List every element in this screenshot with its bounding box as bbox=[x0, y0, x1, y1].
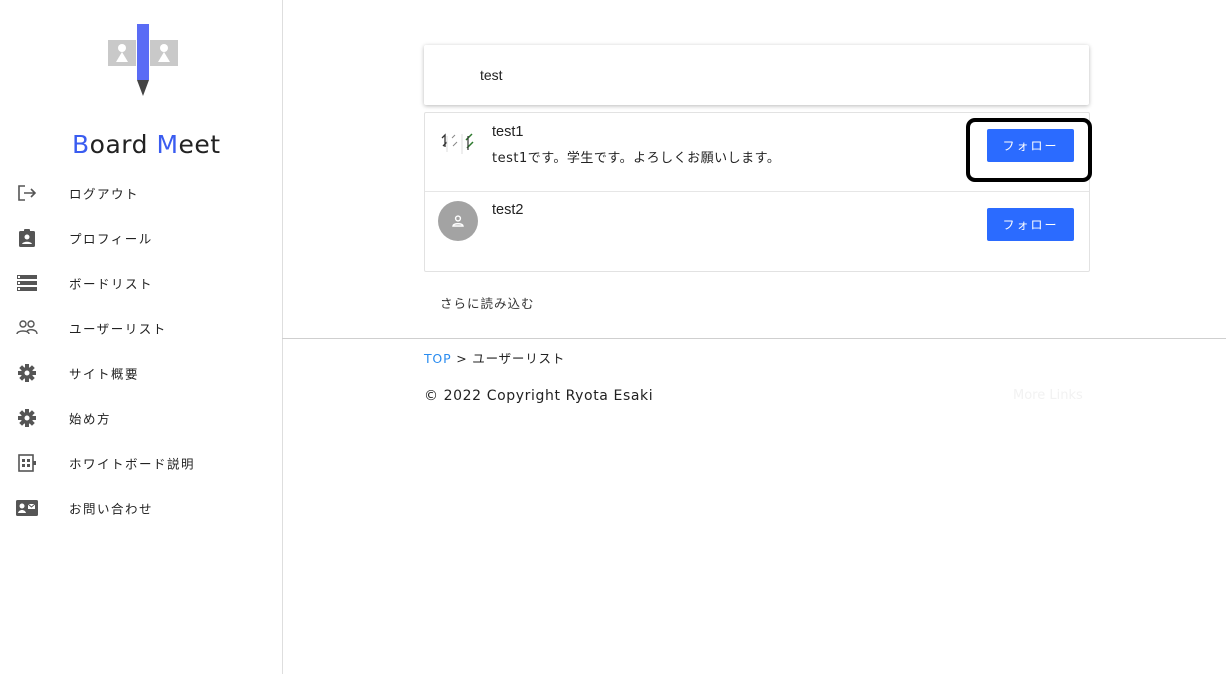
users-icon bbox=[16, 317, 38, 339]
breadcrumb-separator: > bbox=[456, 351, 468, 366]
sidebar-item-contact[interactable]: お問い合わせ bbox=[0, 485, 282, 530]
logout-icon bbox=[16, 182, 38, 204]
sidebar-item-label: サイト概要 bbox=[69, 366, 140, 381]
sidebar-item-label: ボードリスト bbox=[69, 276, 154, 291]
sidebar-item-label: ホワイトボード説明 bbox=[69, 456, 196, 471]
footer-divider bbox=[282, 338, 1226, 339]
sidebar-item-user-list[interactable]: ユーザーリスト bbox=[0, 305, 282, 350]
profile-badge-icon bbox=[16, 227, 38, 249]
list-item[interactable]: test2 フォロー bbox=[425, 192, 1089, 271]
sidebar-nav: ログアウト プロフィール ボードリスト ユーザーリスト サイト概要 始め方 ホワ… bbox=[0, 170, 282, 530]
breadcrumb-current: ユーザーリスト bbox=[472, 351, 566, 366]
more-links-link[interactable]: More Links bbox=[1013, 388, 1083, 403]
brand-word-eet: eet bbox=[178, 130, 221, 159]
search-input-value[interactable]: test bbox=[480, 67, 503, 83]
sidebar: Board Meet ログアウト プロフィール ボードリスト ユーザーリスト サ… bbox=[0, 0, 283, 674]
list-item[interactable]: test1 test1です。学生です。よろしくお願いします。 フォロー bbox=[425, 113, 1089, 192]
gear-icon bbox=[16, 407, 38, 429]
brand-letter-b: B bbox=[72, 130, 90, 159]
brand-word-oard: oard bbox=[89, 130, 148, 159]
sidebar-item-profile[interactable]: プロフィール bbox=[0, 215, 282, 260]
search-box[interactable]: test bbox=[424, 45, 1089, 105]
board-meet-logo[interactable] bbox=[108, 24, 178, 96]
whiteboard-icon bbox=[16, 452, 38, 474]
sidebar-item-board-list[interactable]: ボードリスト bbox=[0, 260, 282, 305]
user-list: test1 test1です。学生です。よろしくお願いします。 フォロー test… bbox=[424, 112, 1090, 272]
user-name[interactable]: test2 bbox=[492, 202, 523, 218]
sidebar-item-label: 始め方 bbox=[69, 411, 112, 426]
gear-icon bbox=[16, 362, 38, 384]
breadcrumb-top-link[interactable]: TOP bbox=[424, 351, 451, 366]
brand-name[interactable]: Board Meet bbox=[72, 130, 221, 159]
sidebar-item-label: ログアウト bbox=[69, 186, 140, 201]
follow-button[interactable]: フォロー bbox=[987, 208, 1074, 241]
sidebar-item-site-overview[interactable]: サイト概要 bbox=[0, 350, 282, 395]
breadcrumb: TOP > ユーザーリスト bbox=[424, 348, 565, 367]
sidebar-item-getting-started[interactable]: 始め方 bbox=[0, 395, 282, 440]
load-more-link[interactable]: さらに読み込む bbox=[440, 293, 535, 312]
sidebar-item-whiteboard-guide[interactable]: ホワイトボード説明 bbox=[0, 440, 282, 485]
sidebar-item-label: ユーザーリスト bbox=[69, 321, 167, 336]
brand-letter-m: M bbox=[156, 130, 179, 159]
user-bio: test1です。学生です。よろしくお願いします。 bbox=[492, 151, 781, 166]
follow-button[interactable]: フォロー bbox=[987, 129, 1074, 162]
sidebar-item-logout[interactable]: ログアウト bbox=[0, 170, 282, 215]
default-avatar-icon[interactable] bbox=[438, 201, 478, 241]
user-avatar[interactable] bbox=[438, 128, 480, 156]
sidebar-item-label: プロフィール bbox=[69, 231, 153, 246]
list-icon bbox=[16, 272, 38, 294]
sidebar-item-label: お問い合わせ bbox=[69, 501, 154, 516]
contact-card-icon bbox=[16, 497, 38, 519]
user-name[interactable]: test1 bbox=[492, 124, 523, 140]
copyright-text: © 2022 Copyright Ryota Esaki bbox=[424, 388, 654, 404]
